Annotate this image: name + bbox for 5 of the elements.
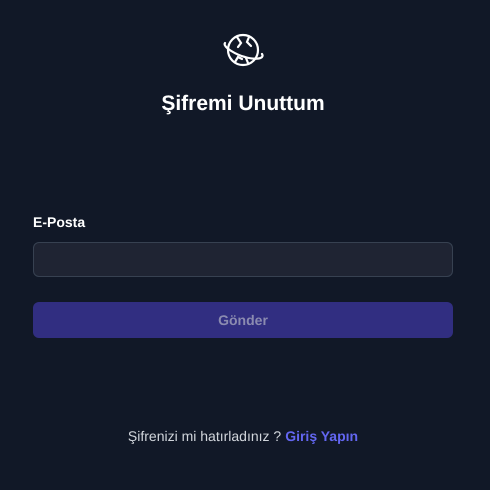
login-link[interactable]: Giriş Yapın (285, 428, 358, 444)
page-title: Şifremi Unuttum (160, 92, 326, 116)
email-label: E-Posta (33, 214, 86, 230)
email-input[interactable] (33, 242, 453, 277)
footer-prompt: Şifrenizi mi hatırladınız ? (128, 428, 282, 444)
